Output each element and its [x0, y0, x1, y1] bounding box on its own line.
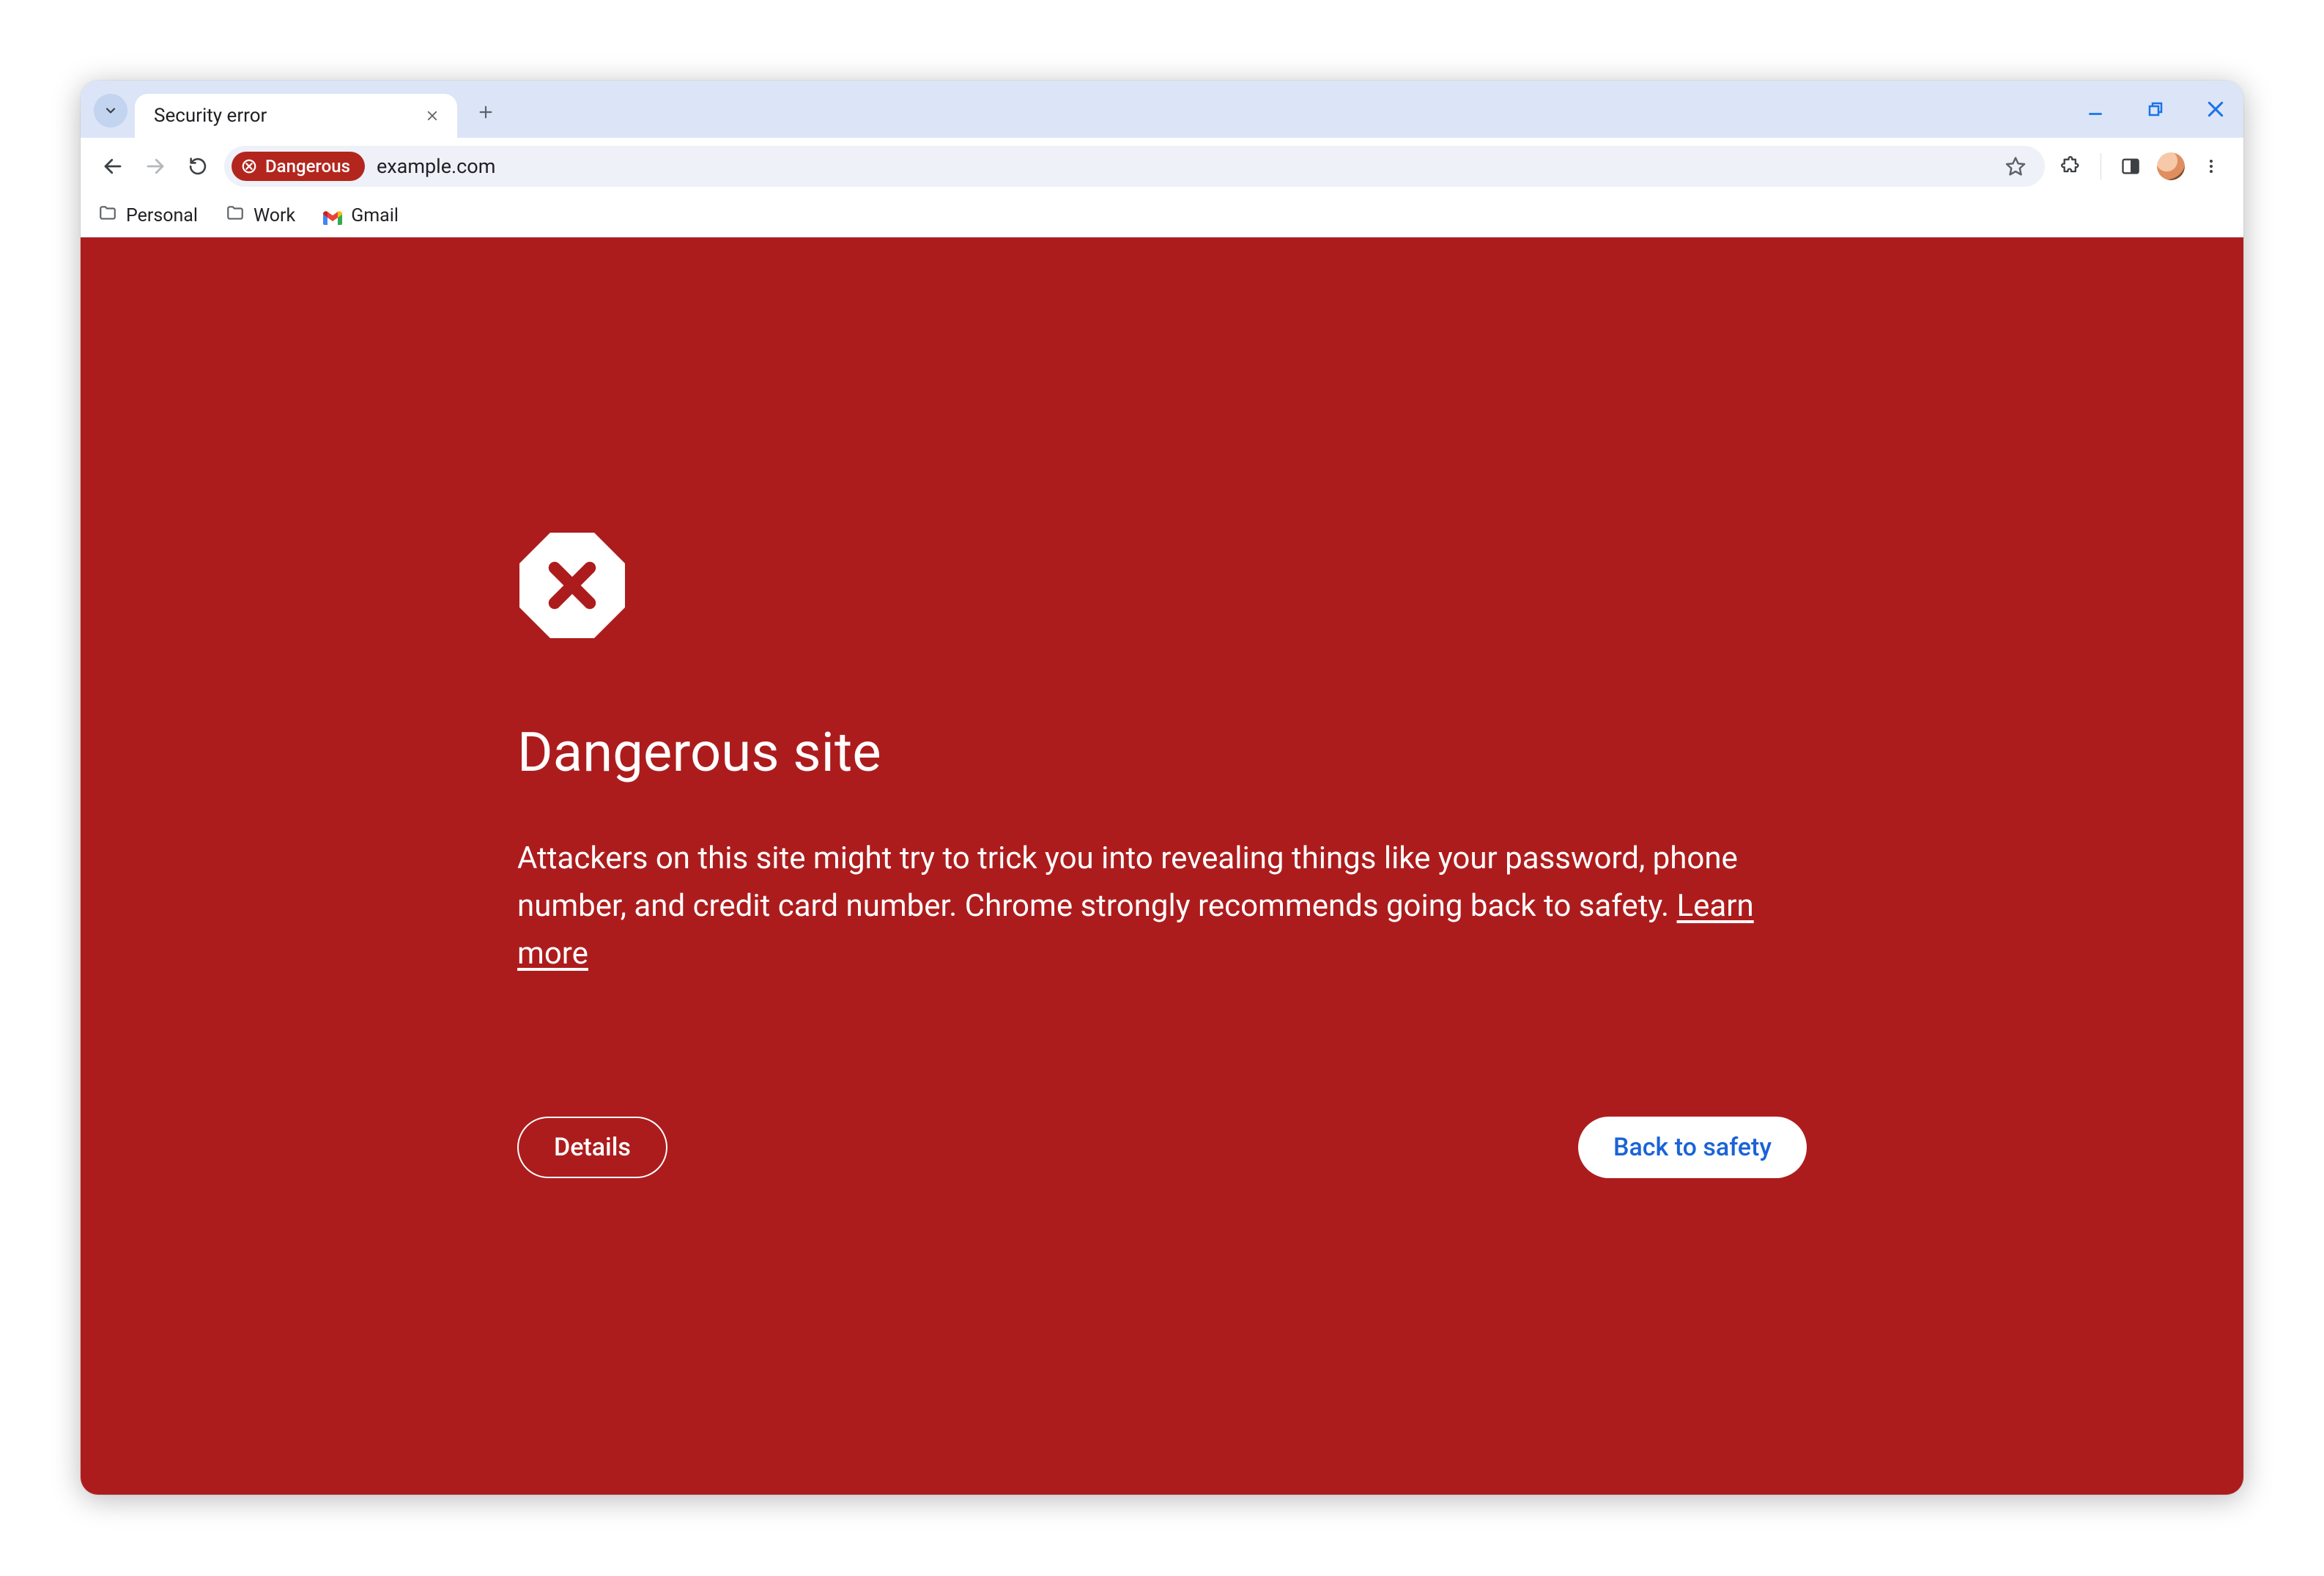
security-chip-label: Dangerous [265, 156, 350, 177]
tab-security-error[interactable]: Security error [135, 94, 457, 138]
bookmark-star-button[interactable] [1999, 150, 2032, 182]
folder-icon [98, 204, 117, 228]
three-dots-icon [2202, 158, 2220, 175]
arrow-left-icon [102, 155, 124, 177]
close-icon [2206, 100, 2225, 119]
maximize-icon [2147, 100, 2164, 118]
bookmarks-bar: Personal Work Gmail [81, 195, 2243, 237]
interstitial-buttons: Details Back to safety [517, 1117, 1807, 1178]
side-panel-icon [2120, 156, 2141, 177]
maximize-button[interactable] [2142, 96, 2169, 122]
bookmark-personal[interactable]: Personal [98, 204, 198, 228]
bookmark-gmail[interactable]: Gmail [323, 205, 399, 226]
reload-button[interactable] [182, 150, 214, 182]
toolbar: Dangerous example.com [81, 138, 2243, 195]
omnibox[interactable]: Dangerous example.com [224, 146, 2045, 187]
chevron-down-icon [103, 103, 118, 118]
security-chip-dangerous[interactable]: Dangerous [232, 152, 365, 181]
folder-icon [226, 204, 245, 228]
profile-avatar-button[interactable] [2157, 152, 2185, 180]
reload-icon [188, 156, 208, 177]
star-icon [2005, 155, 2027, 177]
interstitial-body: Attackers on this site might try to tric… [517, 835, 1807, 977]
back-to-safety-button[interactable]: Back to safety [1578, 1117, 1807, 1178]
tab-close-button[interactable] [422, 106, 443, 126]
close-icon [426, 109, 439, 122]
bookmark-label: Personal [126, 205, 198, 226]
interstitial-panel: Dangerous site Attackers on this site mi… [517, 530, 1807, 1495]
bookmark-work[interactable]: Work [226, 204, 295, 228]
arrow-right-icon [144, 155, 166, 177]
minimize-icon [2086, 100, 2105, 119]
extensions-button[interactable] [2055, 150, 2087, 182]
gmail-icon [323, 209, 342, 223]
browser-window: Security error [81, 81, 2243, 1495]
interstitial-heading: Dangerous site [517, 721, 1807, 785]
chrome-menu-button[interactable] [2195, 150, 2227, 182]
omnibox-url: example.com [377, 155, 495, 178]
dangerous-octagon-icon [517, 530, 627, 640]
forward-button[interactable] [139, 150, 171, 182]
details-button[interactable]: Details [517, 1117, 667, 1178]
window-controls [2082, 81, 2229, 138]
side-panel-button[interactable] [2114, 150, 2147, 182]
close-window-button[interactable] [2202, 96, 2229, 122]
bookmark-label: Work [254, 205, 295, 226]
tab-title: Security error [154, 105, 267, 127]
new-tab-button[interactable] [470, 97, 501, 127]
plus-icon [478, 104, 494, 120]
bookmark-label: Gmail [351, 205, 399, 226]
dangerous-chip-icon [240, 158, 258, 175]
extensions-icon [2061, 156, 2081, 177]
tab-strip: Security error [81, 81, 2243, 138]
safe-browsing-interstitial: Dangerous site Attackers on this site mi… [81, 237, 2243, 1495]
back-button[interactable] [97, 150, 129, 182]
minimize-button[interactable] [2082, 96, 2109, 122]
search-tabs-button[interactable] [94, 94, 127, 127]
interstitial-body-text: Attackers on this site might try to tric… [517, 840, 1738, 924]
